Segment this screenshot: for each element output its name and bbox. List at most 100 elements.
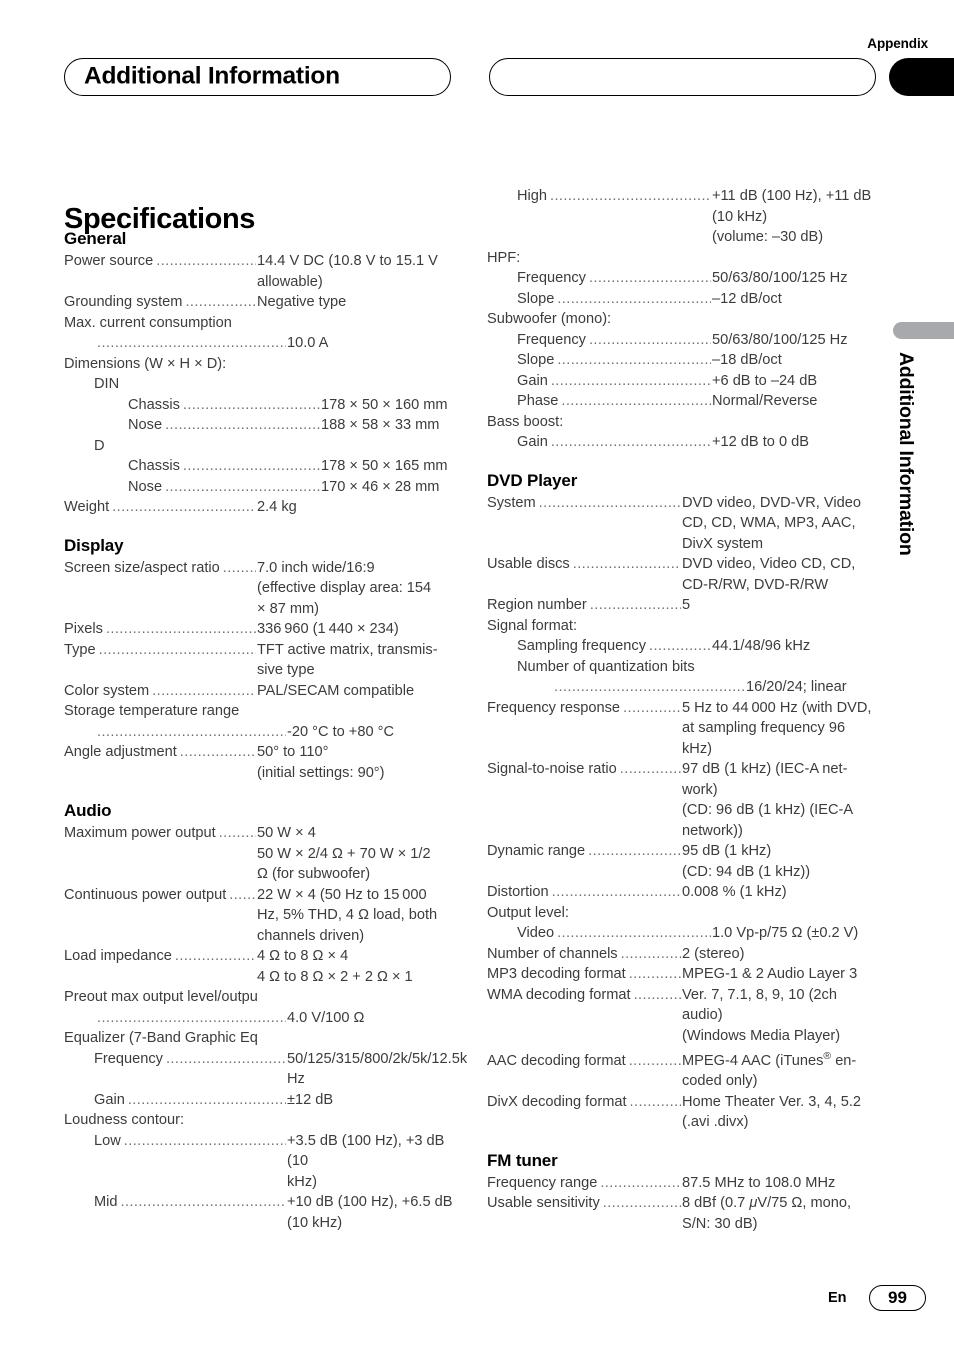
spec-row: Video...................................… [487, 923, 882, 944]
spec-label-cell: Slope...................................… [487, 350, 712, 371]
spec-value: 170 × 46 × 28 mm [321, 478, 440, 495]
leader-dots: ........................................… [628, 1052, 681, 1069]
spec-label: Pixels [64, 621, 103, 637]
spec-value: 50/63/80/100/125 Hz [712, 270, 848, 286]
leader-dots: ........................................… [649, 638, 711, 654]
spec-label: WMA decoding format [487, 986, 631, 1003]
spec-value: +12 dB to 0 dB [712, 434, 809, 450]
leader-dots: ........................................… [602, 1195, 681, 1212]
spec-value: 50 W × 4 50 W × 2/4 Ω + 70 W × 1/2 Ω (fo… [257, 825, 431, 882]
leader-dots: ........................................… [554, 679, 745, 695]
spec-row: System..................................… [487, 493, 882, 555]
spec-label: DivX decoding format [487, 1093, 627, 1110]
spec-label: Equalizer (7-Band Graphic Equalizer): [64, 1030, 257, 1046]
spec-label-cell: Nose....................................… [64, 477, 321, 498]
spec-label: Nose [128, 417, 163, 433]
spec-value: 50° to 110° (initial settings: 90°) [257, 744, 385, 781]
spec-label: Distortion [487, 884, 549, 900]
leader-dots: ........................................… [112, 499, 256, 515]
spec-row: Nose....................................… [64, 477, 459, 498]
section-heading: DVD Player [487, 470, 578, 490]
leader-dots: ........................................… [123, 1132, 286, 1149]
leader-dots: ........................................… [185, 294, 256, 310]
spec-label-cell: Slope...................................… [487, 289, 712, 310]
spec-label-cell: Frequency response......................… [487, 698, 682, 719]
spec-row: Pixels..................................… [64, 619, 459, 640]
language-code: En [828, 1290, 847, 1306]
spec-row: Signal-to-noise ratio...................… [487, 759, 882, 841]
leader-dots: ........................................… [97, 723, 286, 740]
spec-label-cell: Subwoofer (mono): [487, 309, 682, 330]
spec-row: Power source............................… [64, 251, 459, 292]
spec-label: Frequency range [487, 1174, 598, 1191]
spec-row: Sampling frequency......................… [487, 636, 882, 657]
spec-label: Nose [128, 478, 163, 495]
spec-section-audio_cont: High....................................… [487, 186, 882, 453]
spec-label: Region number [487, 597, 587, 613]
spec-label-cell: Dynamic range...........................… [487, 841, 682, 862]
spec-value: 1.0 Vp-p/75 Ω (±0.2 V) [712, 925, 859, 941]
spec-label-cell: Sampling frequency......................… [487, 636, 712, 657]
leader-dots: ........................................… [557, 352, 711, 368]
spec-label: Frequency [517, 331, 586, 348]
spec-label-cell: Preout max output level/output impedance [64, 987, 257, 1008]
spec-label: Load impedance [64, 948, 172, 964]
spec-row: Slope...................................… [487, 350, 882, 371]
spec-label-cell: HPF: [487, 248, 682, 269]
leader-dots: ........................................… [550, 188, 711, 204]
spec-label-cell: Number of channels......................… [487, 944, 682, 965]
spec-label: Sampling frequency [517, 638, 646, 654]
right-column: High....................................… [487, 186, 882, 1234]
leader-dots: ........................................… [182, 396, 320, 413]
spec-row: Equalizer (7-Band Graphic Equalizer): [64, 1028, 459, 1049]
spec-row: High....................................… [487, 186, 882, 248]
leader-dots: ........................................… [97, 1009, 286, 1026]
spec-label-cell: ........................................… [64, 722, 287, 743]
leader-dots: ........................................… [589, 597, 681, 613]
leader-dots: ........................................… [538, 494, 681, 511]
spec-value: Normal/Reverse [712, 393, 818, 409]
spec-value: +10 dB (100 Hz), +6.5 dB (10 kHz) [287, 1194, 453, 1231]
chapter-title-text: Additional Information [84, 62, 340, 90]
spec-label-cell: Usable discs............................… [487, 554, 682, 575]
spec-label-cell: Chassis.................................… [64, 395, 321, 416]
spec-value: 0.008 % (1 kHz) [682, 884, 787, 900]
spec-value: +3.5 dB (100 Hz), +3 dB (10 kHz) [287, 1132, 445, 1190]
spec-value: 188 × 58 × 33 mm [321, 417, 440, 433]
spec-label: Mid [94, 1194, 118, 1210]
spec-row: Max. current consumption [64, 313, 459, 334]
spec-label-cell: Gain....................................… [64, 1090, 287, 1111]
spec-value: ±12 dB [287, 1091, 334, 1108]
spec-label-cell: Angle adjustment........................… [64, 742, 257, 763]
spec-label: Subwoofer (mono): [487, 311, 612, 327]
spec-row: Signal format: [487, 616, 882, 637]
spec-label: Usable sensitivity [487, 1195, 600, 1212]
left-column: General Power source.....................… [64, 228, 467, 1233]
spec-section-audio: Audio Maximum power output...............… [64, 800, 467, 1233]
appendix-black-tab [889, 58, 954, 96]
spec-label: AAC decoding format [487, 1052, 626, 1069]
leader-dots: ........................................… [98, 641, 256, 658]
leader-dots: ........................................… [165, 478, 320, 495]
leader-dots: ........................................… [222, 559, 256, 576]
spec-label-cell: Phase...................................… [487, 391, 712, 412]
spec-row: Screen size/aspect ratio................… [64, 558, 459, 620]
spec-row: ........................................… [64, 1008, 459, 1029]
spec-label-cell: ........................................… [64, 1008, 287, 1029]
spec-row: Gain....................................… [64, 1090, 459, 1111]
spec-value: MPEG-1 & 2 Audio Layer 3 [682, 966, 858, 982]
leader-dots: ........................................… [588, 843, 681, 859]
leader-dots: ........................................… [572, 556, 681, 572]
spec-value: 14.4 V DC (10.8 V to 15.1 V allowable) [257, 253, 438, 290]
spec-label: Max. current consumption [64, 314, 232, 331]
spec-row: Loudness contour: [64, 1110, 459, 1131]
spec-row: Maximum power output....................… [64, 823, 459, 885]
spec-row: Continuous power output.................… [64, 885, 459, 947]
leader-dots: ........................................… [620, 945, 681, 962]
spec-label: Chassis [128, 458, 180, 474]
side-tab-bar [893, 322, 954, 339]
spec-row: Color system............................… [64, 681, 459, 702]
spec-label: Continuous power output [64, 886, 227, 903]
spec-label: Gain [517, 372, 548, 389]
spec-value: Negative type [257, 294, 347, 310]
